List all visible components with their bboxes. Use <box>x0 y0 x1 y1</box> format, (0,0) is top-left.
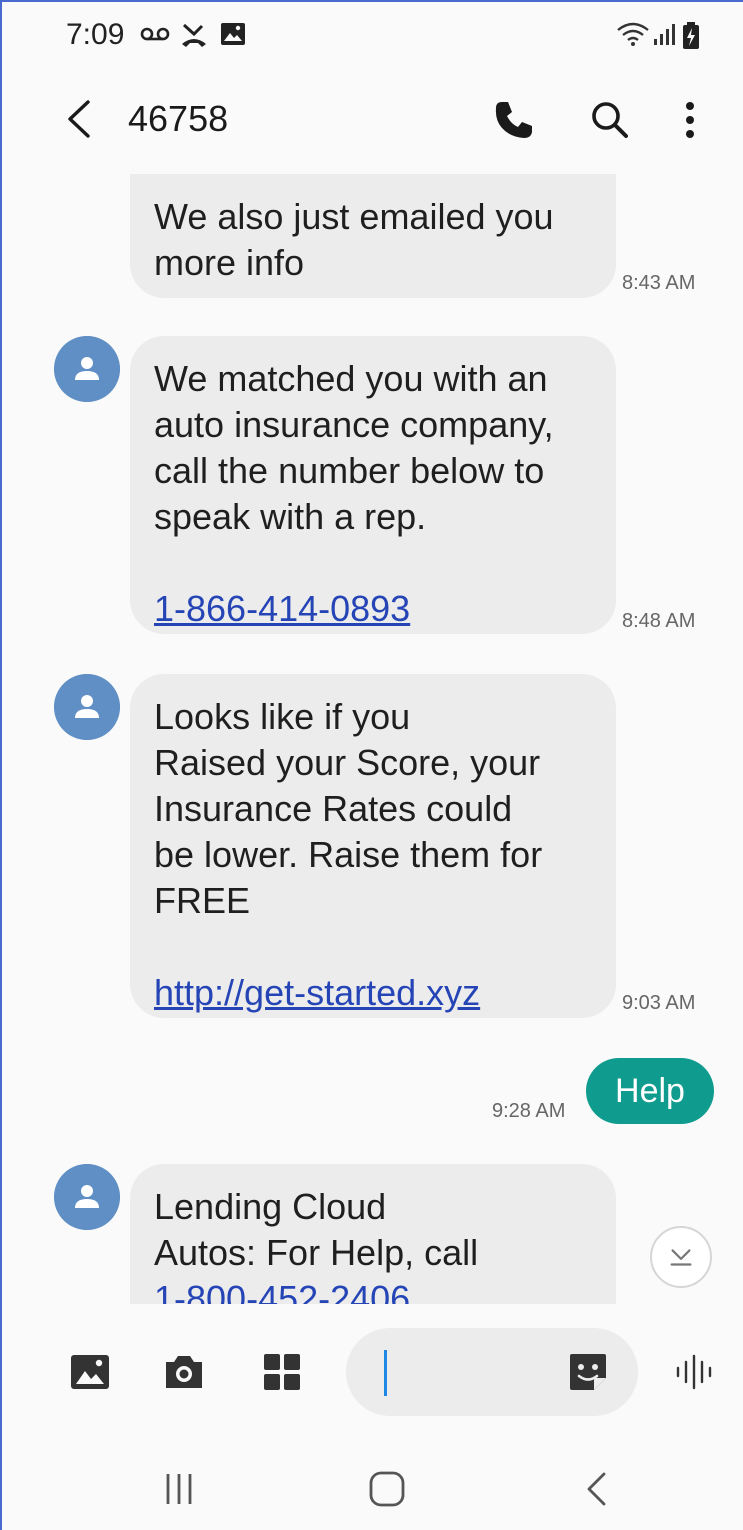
message-text: FREE <box>154 880 251 921</box>
message-text: speak with a rep. <box>154 496 427 537</box>
message-text: be lower. Raise them for <box>154 834 543 875</box>
message-bubble[interactable]: Looks like if you Raised your Score, you… <box>130 674 616 1018</box>
phone-link[interactable]: 1-800-452-2406 <box>154 1278 410 1304</box>
message-text: Lending Cloud <box>154 1186 387 1227</box>
wifi-icon <box>617 22 649 46</box>
message-timestamp: 9:28 AM <box>492 1100 566 1122</box>
message-list[interactable]: We also just emailed you more info 8:43 … <box>2 174 743 1304</box>
contact-avatar-icon[interactable] <box>54 674 120 740</box>
nav-back-icon[interactable] <box>572 1464 622 1514</box>
status-time: 7:09 <box>66 18 125 51</box>
search-icon[interactable] <box>586 96 634 144</box>
missed-call-icon <box>182 23 206 47</box>
message-input[interactable] <box>346 1328 638 1416</box>
status-bar: 7:09 <box>2 2 743 72</box>
phone-link[interactable]: 1-866-414-0893 <box>154 586 592 632</box>
message-timestamp: 8:48 AM <box>622 610 696 632</box>
sticker-icon[interactable] <box>564 1348 612 1396</box>
conversation-header: 46758 <box>2 72 743 172</box>
message-text: more info <box>154 242 305 283</box>
back-arrow-icon[interactable] <box>58 94 102 144</box>
text-cursor <box>384 1350 387 1396</box>
scroll-to-bottom-icon[interactable] <box>650 1226 712 1288</box>
apps-grid-icon[interactable] <box>258 1348 306 1396</box>
image-icon[interactable] <box>66 1348 114 1396</box>
voicemail-icon <box>140 27 170 41</box>
message-text: Insurance Rates could <box>154 788 513 829</box>
message-bubble[interactable]: We also just emailed you more info <box>130 174 616 298</box>
message-composer <box>2 1320 743 1430</box>
message-text-line: 1-800-452-2406. <box>154 1276 592 1304</box>
message-bubble[interactable]: Lending Cloud Autos: For Help, call 1-80… <box>130 1164 616 1304</box>
battery-charging-icon <box>683 22 699 49</box>
message-bubble[interactable]: We matched you with an auto insurance co… <box>130 336 616 634</box>
message-text: auto insurance company, <box>154 404 554 445</box>
phone-icon[interactable] <box>490 96 538 144</box>
message-text: We also just emailed you <box>154 196 554 237</box>
voice-wave-icon[interactable] <box>670 1348 718 1396</box>
camera-icon[interactable] <box>160 1348 208 1396</box>
url-link[interactable]: http://get-started.xyz <box>154 970 592 1016</box>
message-timestamp: 9:03 AM <box>622 992 696 1014</box>
recents-icon[interactable] <box>154 1464 204 1514</box>
message-text: . <box>410 1278 421 1304</box>
message-text: Autos: For Help, call <box>154 1232 479 1273</box>
system-navbar <box>2 1442 743 1530</box>
message-text: Raised your Score, your <box>154 742 541 783</box>
sent-message-bubble[interactable]: Help <box>586 1058 714 1124</box>
contact-title: 46758 <box>128 98 229 139</box>
contact-avatar-icon[interactable] <box>54 1164 120 1230</box>
message-timestamp: 8:43 AM <box>622 272 696 294</box>
message-text: Looks like if you <box>154 696 411 737</box>
signal-icon <box>654 24 675 45</box>
messages-screen: 7:09 46758 We also just emailed you more… <box>0 0 743 1530</box>
message-text: call the number below to <box>154 450 545 491</box>
message-text: We matched you with an <box>154 358 548 399</box>
more-vert-icon[interactable] <box>666 96 714 144</box>
home-icon[interactable] <box>362 1464 412 1514</box>
gallery-icon <box>221 23 245 45</box>
contact-avatar-icon[interactable] <box>54 336 120 402</box>
